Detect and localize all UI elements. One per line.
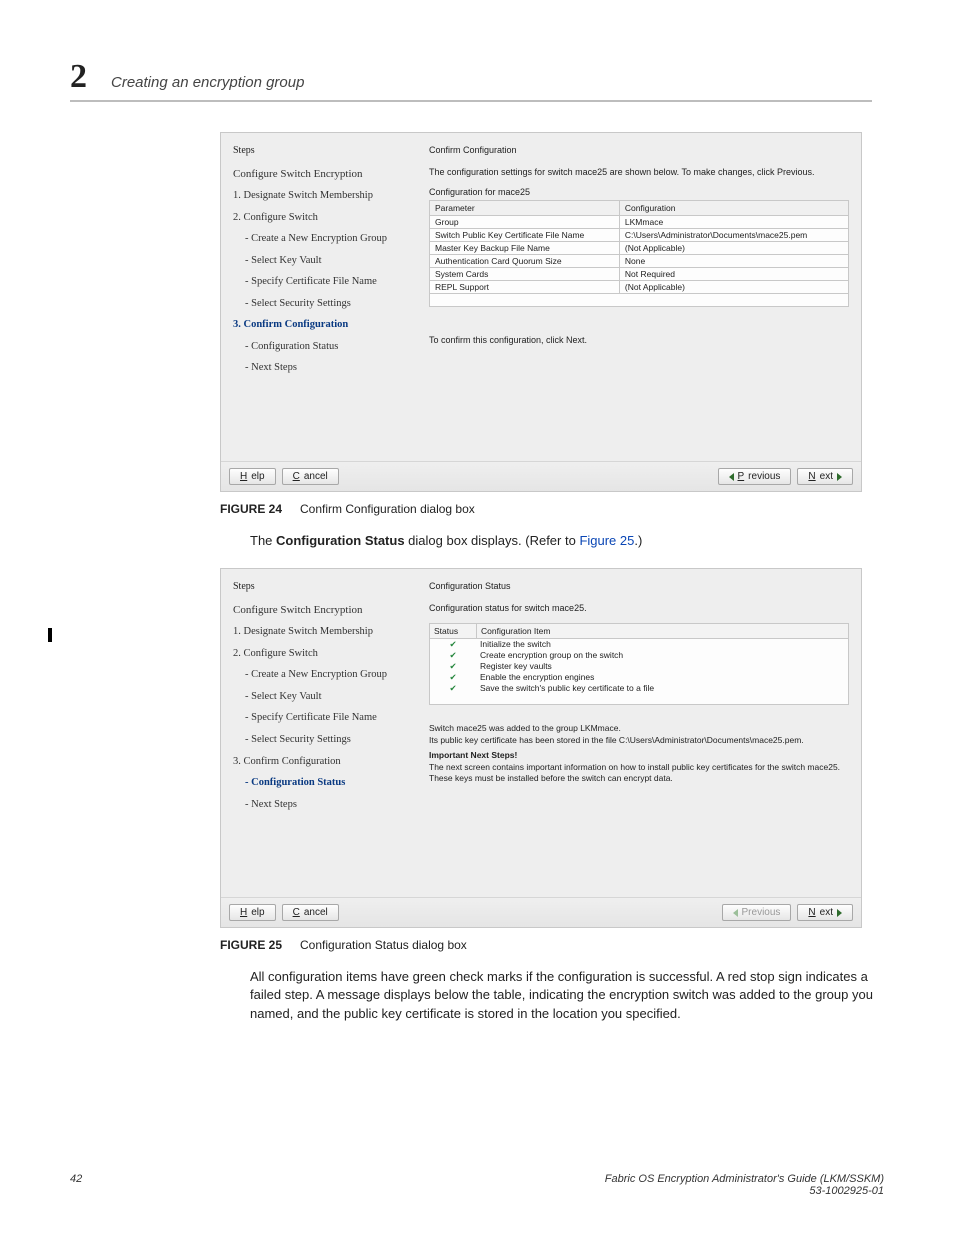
triangle-left-icon [729, 473, 734, 481]
next-button[interactable]: Next [797, 904, 853, 921]
status-messages: Switch mace25 was added to the group LKM… [429, 723, 849, 784]
button-bar: Help Cancel Previous Next [221, 897, 861, 927]
wizard-step: - Select Key Vault [233, 691, 415, 703]
figure25-caption: FIGURE 25Configuration Status dialog box [220, 938, 884, 952]
triangle-right-icon [837, 909, 842, 917]
help-button[interactable]: Help [229, 468, 276, 485]
confirm-note: To confirm this configuration, click Nex… [429, 335, 849, 345]
figure24-caption: FIGURE 24Confirm Configuration dialog bo… [220, 502, 884, 516]
previous-button: Previous [722, 904, 792, 921]
status-item-label: Enable the encryption engines [476, 672, 848, 683]
body-paragraph-1: The Configuration Status dialog box disp… [250, 532, 880, 550]
col-item: Configuration Item [477, 624, 848, 638]
config-table: Parameter Configuration GroupLKMmaceSwit… [429, 200, 849, 294]
wizard-step: - Select Key Vault [233, 255, 415, 267]
button-bar: Help Cancel Previous Next [221, 461, 861, 491]
status-row: ✔Register key vaults [430, 661, 848, 672]
configuration-status-dialog: Steps Configure Switch Encryption 1. Desi… [220, 568, 862, 928]
check-icon: ✔ [430, 650, 476, 661]
help-button[interactable]: Help [229, 904, 276, 921]
wizard-step: - Specify Certificate File Name [233, 712, 415, 724]
panel-description: Configuration status for switch mace25. [429, 603, 849, 613]
wizard-step: - Specify Certificate File Name [233, 276, 415, 288]
figure25-link[interactable]: Figure 25 [579, 533, 634, 548]
steps-header: Steps [233, 145, 415, 156]
body-paragraph-2: All configuration items have green check… [250, 968, 880, 1023]
panel-title: Confirm Configuration [429, 145, 849, 155]
wizard-step: - Configuration Status [233, 341, 415, 353]
status-item-label: Initialize the switch [476, 639, 848, 650]
col-status: Status [430, 624, 477, 638]
table-row: Authentication Card Quorum SizeNone [430, 255, 849, 268]
wizard-step: - Next Steps [233, 799, 415, 811]
steps-heading: Configure Switch Encryption [233, 168, 415, 180]
chapter-number: 2 [70, 58, 87, 96]
wizard-step: 3. Confirm Configuration [233, 319, 415, 331]
wizard-step: 1. Designate Switch Membership [233, 190, 415, 202]
status-item-label: Register key vaults [476, 661, 848, 672]
chapter-title: Creating an encryption group [111, 74, 304, 91]
wizard-step: - Configuration Status [233, 777, 415, 789]
status-row: ✔Save the switch's public key certificat… [430, 683, 848, 694]
wizard-step: - Create a New Encryption Group [233, 233, 415, 245]
config-subhead: Configuration for mace25 [429, 187, 849, 197]
steps-header: Steps [233, 581, 415, 592]
doc-number: 53-1002925-01 [605, 1185, 884, 1197]
check-icon: ✔ [430, 661, 476, 672]
check-icon: ✔ [430, 683, 476, 694]
panel-description: The configuration settings for switch ma… [429, 167, 849, 177]
check-icon: ✔ [430, 672, 476, 683]
status-row: ✔Enable the encryption engines [430, 672, 848, 683]
status-row: ✔Create encryption group on the switch [430, 650, 848, 661]
table-row: System CardsNot Required [430, 268, 849, 281]
panel-title: Configuration Status [429, 581, 849, 591]
triangle-right-icon [837, 473, 842, 481]
confirm-configuration-dialog: Steps Configure Switch Encryption 1. Desi… [220, 132, 862, 492]
next-button[interactable]: Next [797, 468, 853, 485]
table-row: Master Key Backup File Name(Not Applicab… [430, 242, 849, 255]
wizard-step: 2. Configure Switch [233, 648, 415, 660]
check-icon: ✔ [430, 639, 476, 650]
wizard-step: - Create a New Encryption Group [233, 669, 415, 681]
wizard-step: 1. Designate Switch Membership [233, 626, 415, 638]
cancel-button[interactable]: Cancel [282, 468, 339, 485]
steps-heading: Configure Switch Encryption [233, 604, 415, 616]
status-item-label: Create encryption group on the switch [476, 650, 848, 661]
wizard-step: 3. Confirm Configuration [233, 756, 415, 768]
status-row: ✔Initialize the switch [430, 639, 848, 650]
table-row: GroupLKMmace [430, 216, 849, 229]
cancel-button[interactable]: Cancel [282, 904, 339, 921]
triangle-left-icon [733, 909, 738, 917]
change-bar [48, 628, 52, 642]
page-number: 42 [70, 1173, 82, 1197]
status-item-label: Save the switch's public key certificate… [476, 683, 848, 694]
status-table: Status Configuration Item ✔Initialize th… [429, 623, 849, 705]
wizard-step: - Select Security Settings [233, 734, 415, 746]
table-row: Switch Public Key Certificate File NameC… [430, 229, 849, 242]
doc-title: Fabric OS Encryption Administrator's Gui… [605, 1173, 884, 1185]
wizard-step: 2. Configure Switch [233, 212, 415, 224]
page-footer: 42 Fabric OS Encryption Administrator's … [70, 1173, 884, 1197]
wizard-step: - Next Steps [233, 362, 415, 374]
wizard-step: - Select Security Settings [233, 298, 415, 310]
chapter-header: 2 Creating an encryption group [70, 58, 872, 102]
col-parameter: Parameter [430, 201, 620, 216]
col-configuration: Configuration [619, 201, 848, 216]
table-row: REPL Support(Not Applicable) [430, 281, 849, 294]
previous-button[interactable]: Previous [718, 468, 792, 485]
